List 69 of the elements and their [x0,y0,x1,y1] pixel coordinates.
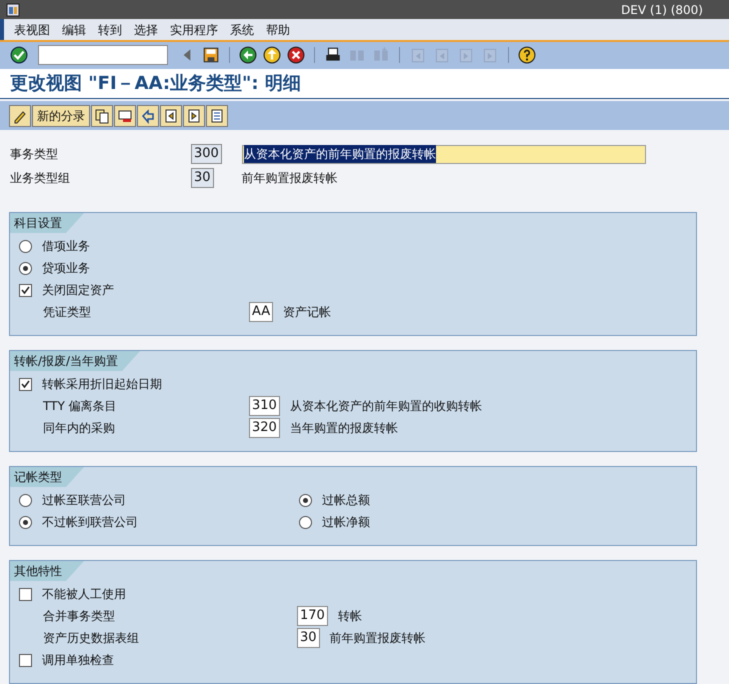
menu-item[interactable]: 编辑 [62,20,86,39]
field-label: 同年内的采购 [43,420,116,437]
radio-label: 借项业务 [42,238,90,255]
menu-item[interactable]: 选择 [134,20,158,39]
radio-label: 过帐净额 [322,514,370,531]
input-field[interactable]: 320 [249,418,280,438]
save-icon[interactable] [202,46,220,64]
field-label: 合并事务类型 [43,608,116,625]
field-description: 从资本化资产的前年购置的收购转帐 [290,398,482,415]
input-field[interactable]: 310 [249,396,280,416]
field-description: 当年购置的报废转帐 [290,420,398,437]
menu-item[interactable]: 实用程序 [170,20,218,39]
radio-button[interactable] [299,516,312,528]
checkbox-label: 关闭固定资产 [42,282,114,299]
pencil-icon[interactable] [9,104,31,127]
delete-row-icon[interactable] [114,104,136,127]
field-description: 前年购置报废转帐 [242,170,338,187]
group-title: 转帐/报废/当年购置 [10,351,140,371]
list-icon[interactable] [206,104,228,127]
menu-item[interactable]: 帮助 [266,20,290,39]
field-description: 转帐 [338,608,362,625]
field-label: 凭证类型 [43,304,92,321]
input-field[interactable]: 30 [297,628,320,648]
input-field[interactable]: AA [249,302,274,322]
checkbox[interactable] [19,654,32,666]
description-field[interactable]: 从资本化资产的前年购置的报废转帐 [242,144,646,164]
radio-button[interactable] [19,240,32,252]
command-field[interactable] [38,45,168,66]
checkbox-label: 调用单独检查 [42,652,114,669]
cancel-icon[interactable] [287,46,305,64]
group-title: 科目设置 [10,213,84,233]
menu-item[interactable]: 转到 [98,20,122,39]
input-field: 300 [191,144,222,164]
help-icon[interactable] [518,46,536,64]
field-label: 业务类型组 [9,170,71,187]
next-entry-icon[interactable] [183,104,205,127]
menu-item[interactable]: 表视图 [14,20,50,39]
field-label: 资产历史数据表组 [43,630,140,647]
field-label: TTY 偏离条目 [43,398,118,415]
radio-button[interactable] [19,494,32,506]
radio-button[interactable] [19,516,32,528]
check-icon[interactable] [10,46,28,64]
input-field: 30 [191,168,214,188]
checkbox[interactable] [19,284,32,296]
input-field[interactable]: 170 [297,606,328,626]
radio-button[interactable] [19,262,32,274]
back-icon[interactable] [239,46,257,64]
field-description: 资产记帐 [283,304,332,321]
checkbox-label: 转帐采用折旧起始日期 [42,376,162,393]
checkbox[interactable] [19,378,32,390]
group-title: 其他特性 [10,561,84,581]
copy-icon[interactable] [91,104,113,127]
undo-icon[interactable] [137,104,159,127]
checkbox[interactable] [19,588,32,600]
radio-label: 贷项业务 [42,260,90,277]
group-title: 记帐类型 [10,467,84,487]
radio-label: 不过帐到联营公司 [42,514,138,531]
screen-title: 更改视图 "FI－AA:业务类型": 明细 [0,68,729,100]
previous-entry-icon[interactable] [160,104,182,127]
radio-button[interactable] [299,494,312,506]
radio-label: 过帐至联营公司 [42,492,126,509]
system-info: DEV (1) (800) [621,2,703,19]
window-icon[interactable] [6,2,20,17]
field-label: 事务类型 [9,146,59,163]
radio-label: 过帐总额 [322,492,370,509]
checkbox-label: 不能被人工使用 [42,586,126,603]
field-description: 前年购置报废转帐 [330,630,426,647]
new-entries-button[interactable]: 新的分录 [32,104,90,127]
menu-item[interactable]: 系统 [230,20,254,39]
